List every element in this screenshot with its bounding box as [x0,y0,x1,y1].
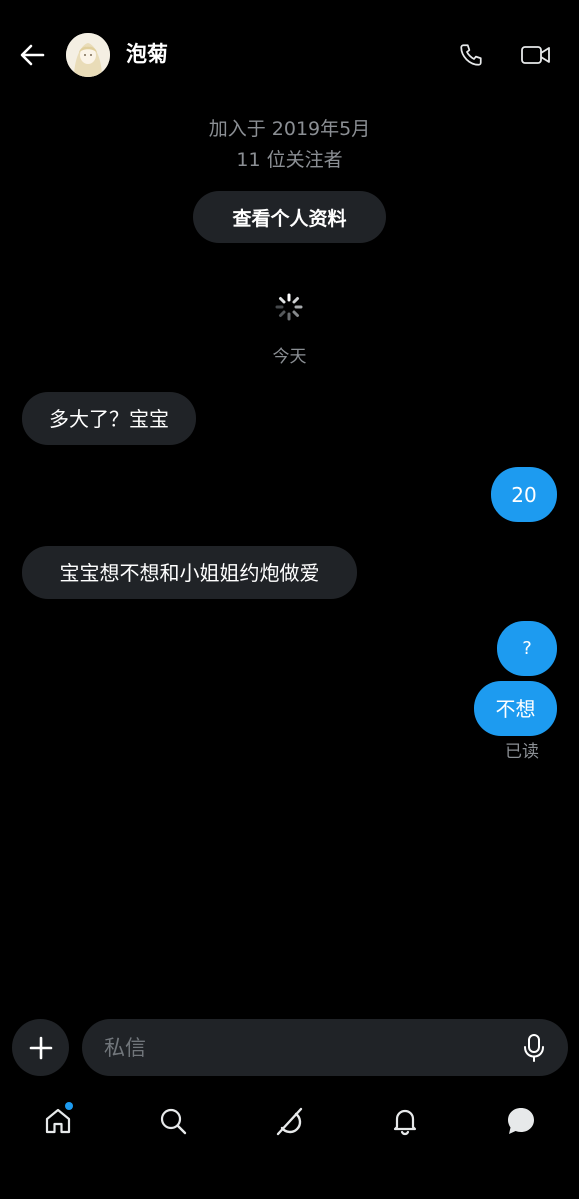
microphone-icon [524,1034,544,1062]
grok-icon [276,1107,303,1136]
avatar[interactable] [66,33,110,77]
video-call-button[interactable] [517,38,555,72]
arrow-left-icon [20,44,45,66]
nav-notifications[interactable] [388,1104,422,1138]
profile-summary: 加入于 2019年5月 11 位关注者 [0,114,579,176]
message-composer [82,1019,568,1076]
message-bubble-outgoing[interactable]: ? [497,621,557,676]
home-notification-dot [65,1102,73,1110]
search-icon [160,1108,187,1135]
messages-icon [508,1108,534,1134]
joined-date: 加入于 2019年5月 [208,118,371,140]
avatar-image [66,33,110,77]
loading-spinner-icon [275,293,303,321]
message-bubble-incoming[interactable]: 多大了？宝宝 [22,392,196,445]
view-profile-button[interactable]: 查看个人资料 [193,191,386,243]
bell-icon [393,1109,417,1136]
nav-messages[interactable] [504,1104,538,1138]
bottom-navigation [0,1090,579,1152]
message-bubble-outgoing[interactable]: 20 [491,467,557,522]
home-icon [45,1108,71,1134]
nav-search[interactable] [156,1104,190,1138]
voice-message-button[interactable] [520,1032,548,1064]
read-receipt: 已读 [505,742,539,762]
nav-grok[interactable] [272,1104,306,1138]
contact-name[interactable]: 泡菊 [126,40,168,68]
message-bubble-incoming[interactable]: 宝宝想不想和小姐姐约炮做爱 [22,546,357,599]
phone-icon [460,44,482,66]
plus-icon [29,1036,52,1059]
add-attachment-button[interactable] [12,1019,69,1076]
back-button[interactable] [14,38,50,72]
follower-count: 11 位关注者 [236,149,343,171]
conversation-header: 泡菊 [0,0,579,110]
video-camera-icon [521,46,550,64]
date-separator: 今天 [272,347,307,367]
call-button[interactable] [455,38,487,72]
message-bubble-outgoing[interactable]: 不想 [474,681,557,736]
message-input[interactable] [104,1019,504,1076]
